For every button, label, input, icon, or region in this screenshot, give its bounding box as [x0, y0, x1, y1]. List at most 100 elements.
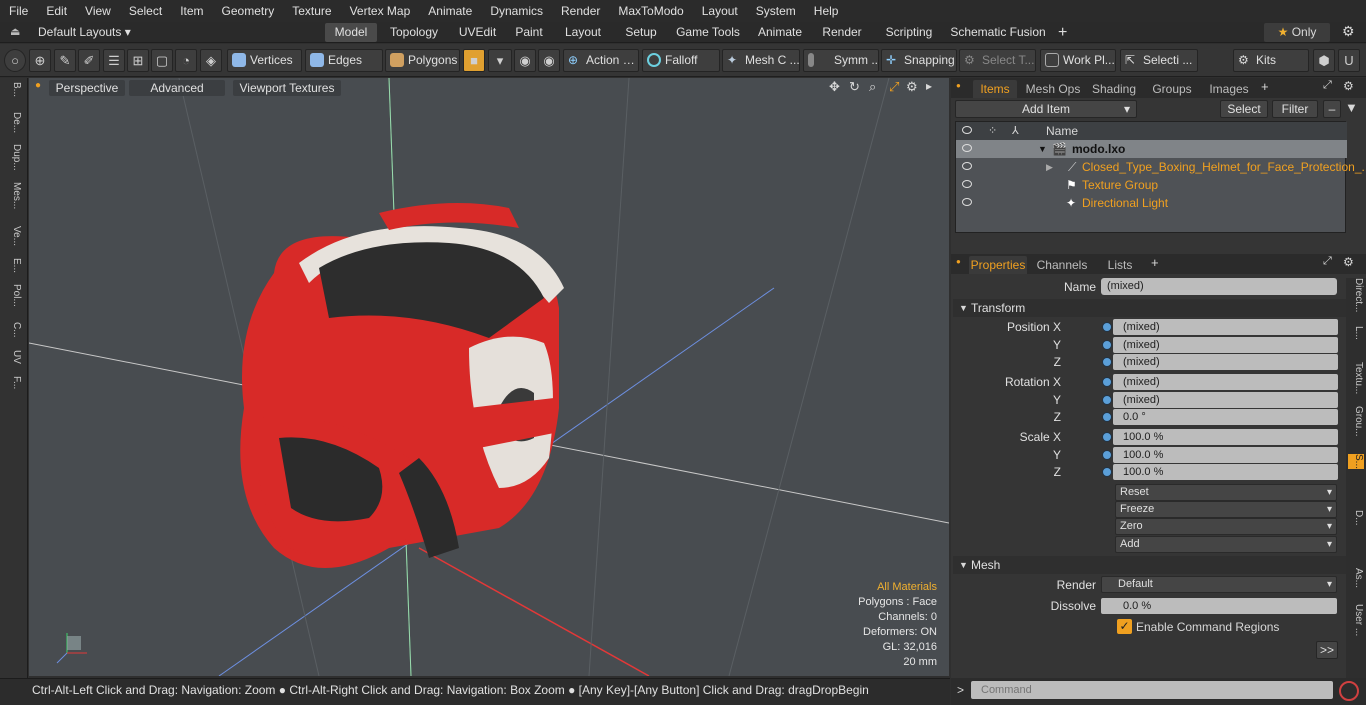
side-tab-5[interactable]: D... [1348, 510, 1364, 526]
menu-maxtomodo[interactable]: MaxToModo [609, 0, 692, 22]
menu-geometry[interactable]: Geometry [213, 0, 284, 22]
left-tool-2[interactable]: Dup... [4, 144, 22, 171]
action-add-dropdown[interactable]: Add [1115, 536, 1337, 553]
property-field[interactable]: (mixed) [1113, 337, 1338, 353]
work-pl-button[interactable]: Work Pl... [1040, 49, 1116, 72]
tab-properties[interactable]: Properties [969, 256, 1027, 274]
pen-icon[interactable]: ✎ [54, 49, 76, 72]
brush-icon[interactable]: ✐ [78, 49, 100, 72]
selecti-button[interactable]: ⇱ Selecti ... [1120, 49, 1198, 72]
menu-animate[interactable]: Animate [419, 0, 481, 22]
render-dropdown[interactable]: Default [1101, 576, 1337, 593]
move-icon[interactable]: ✥ [829, 79, 840, 95]
property-field[interactable]: 100.0 % [1113, 447, 1338, 463]
square-icon[interactable]: ▢ [151, 49, 173, 72]
keyframe-dot-icon[interactable] [1102, 395, 1112, 405]
advanced-button[interactable]: Advanced [129, 80, 225, 96]
tab-topology[interactable]: Topology [380, 23, 448, 42]
add-tab-icon[interactable]: + [1151, 255, 1159, 270]
chevron-down-icon[interactable]: ▾ [488, 49, 512, 72]
property-field[interactable]: (mixed) [1113, 392, 1338, 408]
item-row-directional-light[interactable]: ✦ Directional Light [956, 194, 1347, 212]
viewport-textures-button[interactable]: Viewport Textures [233, 80, 341, 96]
tab-game-tools[interactable]: Game Tools [667, 23, 749, 42]
edges-button[interactable]: Edges [305, 49, 383, 72]
property-field[interactable]: (mixed) [1113, 319, 1338, 335]
collapse-triangle-icon[interactable]: ▼ [1038, 140, 1047, 158]
menu-vertex-map[interactable]: Vertex Map [341, 0, 420, 22]
eye-icon[interactable] [962, 180, 972, 188]
side-tab-7[interactable]: User ... [1348, 604, 1364, 636]
collapse-triangle-icon[interactable]: ▼ [959, 303, 968, 313]
transform-section[interactable]: Transform [953, 299, 1347, 317]
collapse-icon[interactable]: – [1323, 100, 1341, 118]
left-tool-9[interactable]: F... [4, 376, 22, 389]
kits-button[interactable]: ⚙ Kits [1233, 49, 1309, 72]
enable-command-regions-checkbox[interactable]: ✓ [1117, 619, 1132, 634]
gear-icon[interactable]: ⚙ [1343, 79, 1354, 93]
side-tab-3[interactable]: Grou... [1348, 406, 1364, 437]
vertices-button[interactable]: Vertices [227, 49, 302, 72]
tab-render[interactable]: Render [811, 23, 873, 42]
only-toggle[interactable]: ★ Only [1264, 23, 1330, 42]
side-tab-0[interactable]: Direct... [1348, 278, 1364, 312]
3d-viewport[interactable]: ● Perspective Advanced Viewport Textures… [29, 78, 949, 676]
more-button[interactable]: >> [1316, 641, 1338, 659]
polygons-button[interactable]: Polygons [385, 49, 460, 72]
select-button[interactable]: Select [1220, 100, 1268, 118]
record-icon[interactable] [1339, 681, 1359, 701]
action-freeze-dropdown[interactable]: Freeze [1115, 501, 1337, 518]
item-row-texture-group[interactable]: ⚑ Texture Group [956, 176, 1347, 194]
dissolve-field[interactable]: 0.0 % [1101, 598, 1337, 614]
action-zero-dropdown[interactable]: Zero [1115, 518, 1337, 535]
keyframe-dot-icon[interactable] [1102, 322, 1112, 332]
item-mode-icon[interactable]: ◈ [200, 49, 222, 72]
tab-model[interactable]: Model [325, 23, 377, 42]
eye-icon[interactable] [962, 198, 972, 206]
tab-schematic-fusion[interactable]: Schematic Fusion [946, 23, 1050, 42]
side-tab-2[interactable]: Textu... [1348, 362, 1364, 394]
tab-layout[interactable]: Layout [553, 23, 613, 42]
tab-mesh-ops[interactable]: Mesh Ops [1024, 80, 1082, 98]
keyframe-dot-icon[interactable] [1102, 412, 1112, 422]
property-field[interactable]: (mixed) [1113, 374, 1338, 390]
symm-button[interactable]: Symm ... [803, 49, 879, 72]
shield-icon[interactable]: ◉ [514, 49, 536, 72]
shield-alt-icon[interactable]: ◉ [538, 49, 560, 72]
side-tab-1[interactable]: L... [1348, 326, 1364, 340]
globe-icon[interactable]: ⊕ [29, 49, 51, 72]
mesh-c-button[interactable]: ✦ Mesh C ... [722, 49, 800, 72]
material-icon[interactable]: ■ [463, 49, 485, 72]
property-field[interactable]: 0.0 ° [1113, 409, 1338, 425]
unreal-icon[interactable]: U [1338, 49, 1360, 72]
side-tab-6[interactable]: As... [1348, 568, 1364, 588]
name-field[interactable]: (mixed) [1101, 278, 1337, 295]
falloff-button[interactable]: Falloff [642, 49, 720, 72]
action-button[interactable]: ⊕ Action … [563, 49, 639, 72]
keyframe-dot-icon[interactable] [1102, 377, 1112, 387]
eye-icon[interactable] [962, 144, 972, 152]
snapping-button[interactable]: ✛ Snapping [881, 49, 957, 72]
tab-groups[interactable]: Groups [1146, 80, 1198, 98]
add-tab-icon[interactable]: + [1261, 79, 1269, 94]
menu-view[interactable]: View [76, 0, 120, 22]
keyframe-dot-icon[interactable] [1102, 432, 1112, 442]
tab-items[interactable]: Items [973, 80, 1017, 98]
expand-icon[interactable]: ⤢ [1323, 255, 1332, 268]
mesh-section[interactable]: Mesh [953, 556, 1347, 574]
property-field[interactable]: (mixed) [1113, 354, 1338, 370]
keyframe-dot-icon[interactable] [1102, 357, 1112, 367]
side-tab-4[interactable]: S... [1348, 454, 1364, 470]
keyframe-dot-icon[interactable] [1102, 450, 1112, 460]
left-tool-0[interactable]: B... [4, 82, 22, 97]
tab-animate[interactable]: Animate [750, 23, 810, 42]
menu-edit[interactable]: Edit [37, 0, 76, 22]
keyframe-dot-icon[interactable] [1102, 467, 1112, 477]
left-tool-4[interactable]: Ve... [4, 226, 22, 246]
tab-shading[interactable]: Shading [1088, 80, 1140, 98]
property-field[interactable]: 100.0 % [1113, 429, 1338, 445]
add-tab-icon[interactable]: + [1058, 22, 1067, 43]
menu-help[interactable]: Help [805, 0, 848, 22]
grid-icon[interactable]: ⊞ [127, 49, 149, 72]
item-row-scene[interactable]: ▼ 🎬 modo.lxo [956, 140, 1347, 158]
